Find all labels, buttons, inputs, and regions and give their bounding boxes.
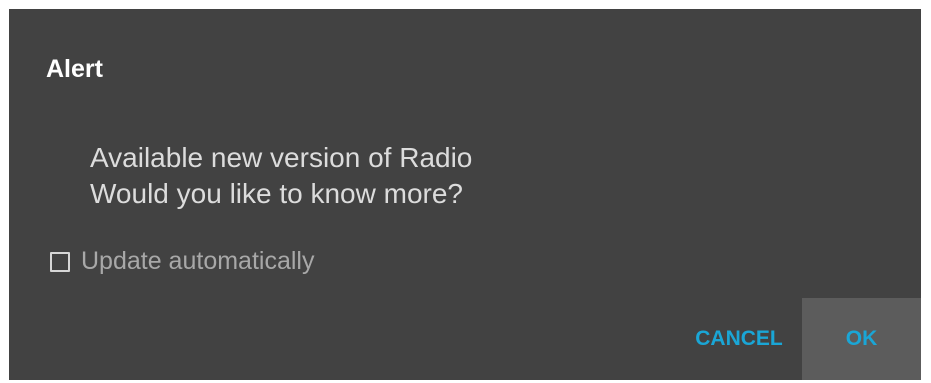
checkbox-label: Update automatically <box>81 247 315 275</box>
ok-button[interactable]: OK <box>802 298 921 380</box>
message-line-1: Available new version of Radio <box>90 142 473 173</box>
dialog-title: Alert <box>46 55 103 83</box>
alert-dialog: Alert Available new version of Radio Wou… <box>9 9 921 380</box>
cancel-button[interactable]: CANCEL <box>684 298 794 380</box>
update-automatically-checkbox[interactable]: Update automatically <box>50 247 314 276</box>
message-line-2: Would you like to know more? <box>90 178 463 209</box>
checkbox-box-icon[interactable] <box>50 251 70 272</box>
dialog-message: Available new version of Radio Would you… <box>90 140 472 212</box>
